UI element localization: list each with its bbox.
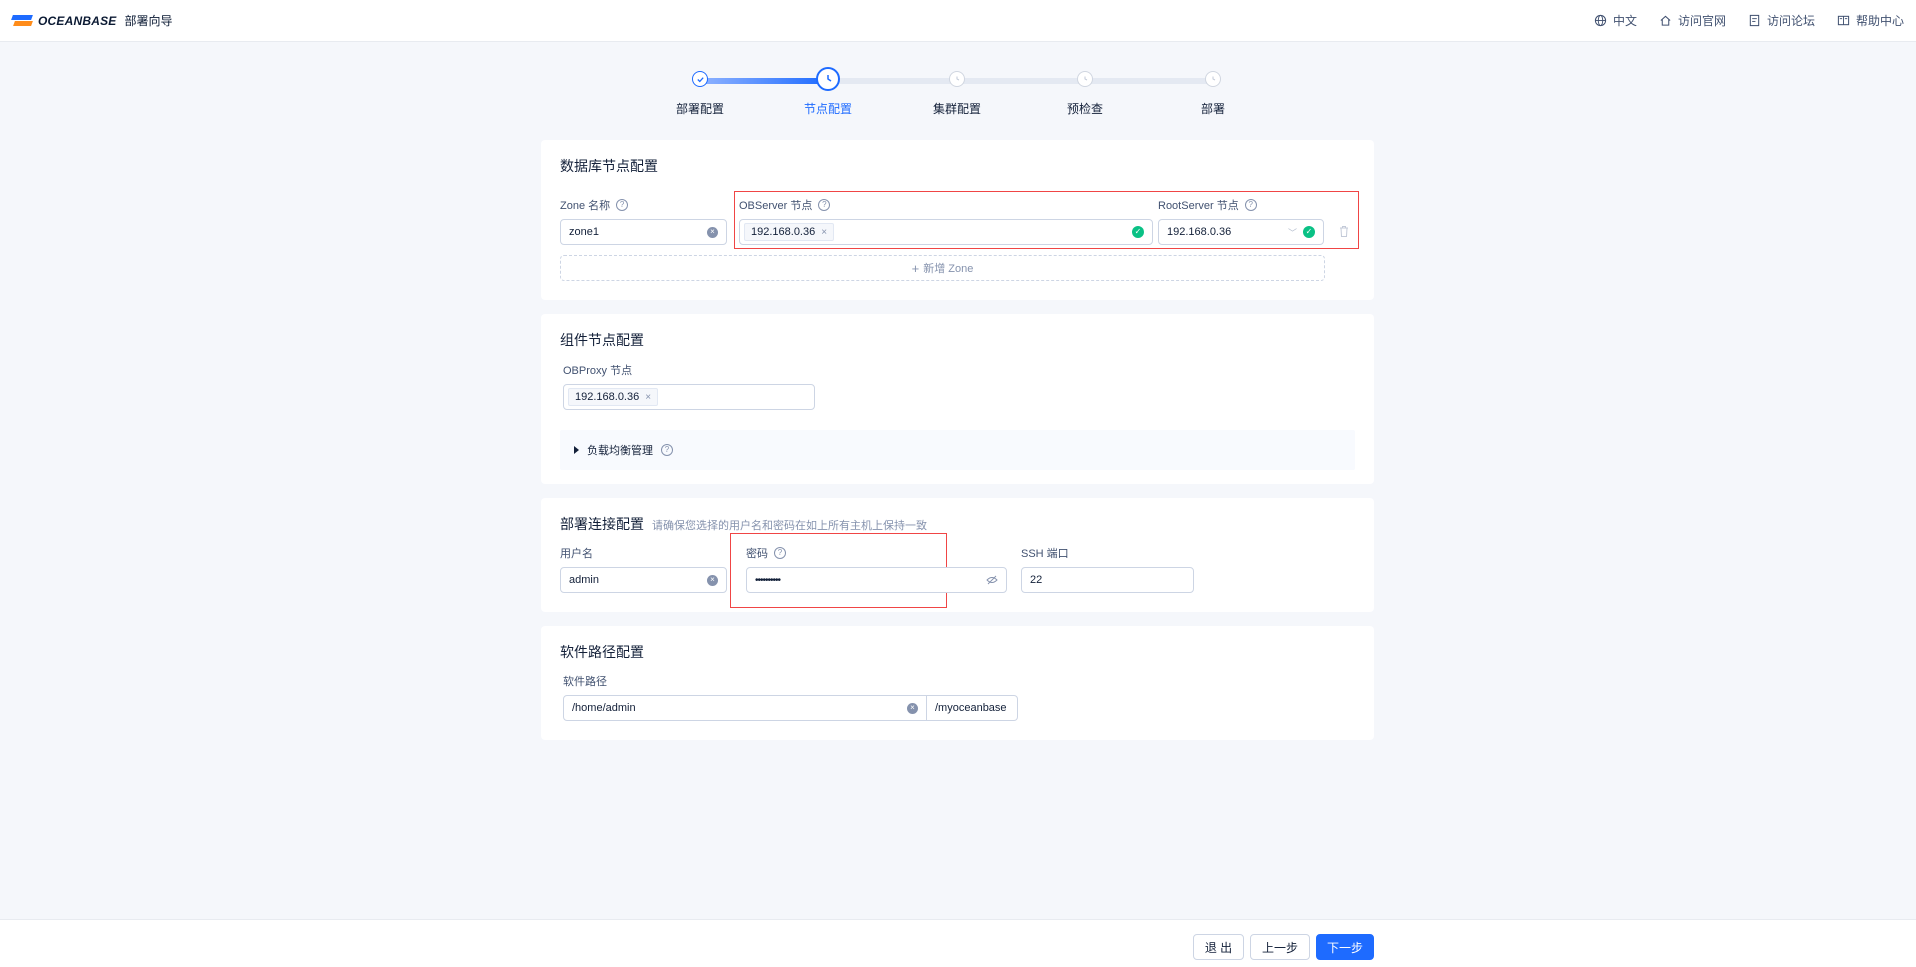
brand-name: OCEANBASE xyxy=(38,13,117,28)
nav-forum[interactable]: 访问论坛 xyxy=(1748,12,1815,29)
globe-icon xyxy=(1594,14,1607,27)
step-2-label: 节点配置 xyxy=(803,102,853,116)
help-icon[interactable]: ? xyxy=(774,547,786,559)
rootserver-nodes-label: RootServer 节点 ? xyxy=(1158,197,1257,213)
observer-nodes-select[interactable]: 192.168.0.36 × ✓ xyxy=(739,219,1153,245)
tag-remove-icon[interactable]: × xyxy=(821,227,827,238)
zone-name-label: Zone 名称 ? xyxy=(560,197,629,213)
pending-clock-icon xyxy=(1084,76,1088,81)
username-input[interactable]: admin × xyxy=(560,567,727,593)
home-icon xyxy=(1660,15,1671,26)
step-3-label: 集群配置 xyxy=(932,102,982,116)
software-path-config-card: 软件路径配置 软件路径 /home/admin × /myoceanbase xyxy=(541,626,1374,740)
book-icon xyxy=(1837,15,1850,26)
delete-icon[interactable] xyxy=(1338,225,1350,238)
help-icon[interactable]: ? xyxy=(1244,199,1257,211)
nav-help-center[interactable]: 帮助中心 xyxy=(1837,12,1904,29)
step-4-label: 预检查 xyxy=(1066,102,1104,116)
obproxy-node-tag: 192.168.0.36 × xyxy=(568,388,659,406)
db-node-config-card: 数据库节点配置 Zone 名称 ? zone1 × OBServer 节点 ? … xyxy=(541,140,1374,300)
software-path-input[interactable]: /home/admin × xyxy=(563,695,927,721)
step-1-dot xyxy=(692,71,708,87)
step-5-dot xyxy=(1205,71,1221,87)
pending-clock-icon xyxy=(1212,76,1216,81)
clock-icon xyxy=(827,75,832,82)
step-5-label: 部署 xyxy=(1200,102,1226,116)
footer-bar: 退 出 上一步 下一步 xyxy=(0,919,1916,967)
software-path-config-title: 软件路径配置 xyxy=(560,644,644,660)
step-4-dot xyxy=(1077,71,1093,87)
ssh-port-label: SSH 端口 xyxy=(1021,548,1069,560)
load-balance-label: 负载均衡管理 xyxy=(587,445,653,457)
nav-official-site-label: 访问官网 xyxy=(1677,14,1726,28)
next-step-button[interactable]: 下一步 xyxy=(1316,934,1374,960)
caret-right-icon xyxy=(574,446,579,454)
brand: OCEANBASE 部署向导 xyxy=(11,12,173,29)
top-header: OCEANBASE 部署向导 中文 访问官网 访问论坛 帮助中心 xyxy=(0,0,1916,42)
component-node-config-card: 组件节点配置 OBProxy 节点 192.168.0.36 × 负载均衡管理 … xyxy=(541,314,1374,484)
pending-clock-icon xyxy=(956,76,960,81)
nav-help-center-label: 帮助中心 xyxy=(1855,14,1904,28)
valid-check-icon: ✓ xyxy=(1303,226,1315,238)
obproxy-nodes-select[interactable]: 192.168.0.36 × xyxy=(563,384,815,410)
load-balance-collapse[interactable]: 负载均衡管理 ? xyxy=(560,430,1355,470)
clear-icon[interactable]: × xyxy=(707,226,718,238)
software-path-suffix: /myoceanbase xyxy=(927,695,1018,721)
ssh-port-input[interactable]: 22 xyxy=(1021,567,1194,593)
nav-official-site[interactable]: 访问官网 xyxy=(1659,12,1726,29)
step-3-dot xyxy=(949,71,965,87)
connection-config-title: 部署连接配置 请确保您选择的用户名和密码在如上所有主机上保持一致 xyxy=(560,516,927,532)
password-label: 密码 ? xyxy=(746,545,786,561)
brand-subtitle: 部署向导 xyxy=(124,14,173,28)
db-node-config-title: 数据库节点配置 xyxy=(560,158,658,174)
clear-icon[interactable]: × xyxy=(707,574,718,586)
tag-remove-icon[interactable]: × xyxy=(645,392,651,403)
chevron-down-icon: ﹀ xyxy=(1287,227,1297,238)
software-path-label: 软件路径 xyxy=(563,676,607,688)
connection-hint: 请确保您选择的用户名和密码在如上所有主机上保持一致 xyxy=(652,520,927,532)
step-1-label: 部署配置 xyxy=(675,102,725,116)
help-icon[interactable]: ? xyxy=(661,444,673,456)
add-zone-button[interactable]: + 新增 Zone xyxy=(560,255,1325,281)
forum-icon xyxy=(1749,14,1760,27)
check-icon xyxy=(696,76,704,82)
observer-node-tag: 192.168.0.36 × xyxy=(744,223,835,241)
connection-config-card: 部署连接配置 请确保您选择的用户名和密码在如上所有主机上保持一致 用户名 admi… xyxy=(541,498,1374,612)
obproxy-nodes-label: OBProxy 节点 xyxy=(563,365,633,377)
nav-language-label: 中文 xyxy=(1612,14,1637,28)
plus-icon: + xyxy=(911,260,920,276)
observer-nodes-label: OBServer 节点 ? xyxy=(739,197,831,213)
nav-language[interactable]: 中文 xyxy=(1594,12,1637,29)
valid-check-icon: ✓ xyxy=(1132,226,1144,238)
clear-icon[interactable]: × xyxy=(907,702,918,714)
help-icon[interactable]: ? xyxy=(818,199,831,211)
zone-name-input[interactable]: zone1 × xyxy=(560,219,727,245)
eye-invisible-icon[interactable] xyxy=(986,575,998,585)
nav-forum-label: 访问论坛 xyxy=(1766,14,1815,28)
header-nav: 中文 访问官网 访问论坛 帮助中心 xyxy=(1594,12,1904,29)
step-line-progress xyxy=(700,78,828,84)
oceanbase-logo-icon xyxy=(11,14,33,27)
component-node-config-title: 组件节点配置 xyxy=(560,332,644,348)
rootserver-nodes-select[interactable]: 192.168.0.36 ﹀ ✓ xyxy=(1158,219,1324,245)
help-icon[interactable]: ? xyxy=(616,199,629,211)
exit-button[interactable]: 退 出 xyxy=(1193,934,1244,960)
password-input[interactable]: •••••••••• xyxy=(746,567,1007,593)
username-label: 用户名 xyxy=(560,548,593,560)
previous-step-button[interactable]: 上一步 xyxy=(1250,934,1310,960)
step-2-dot xyxy=(816,67,840,91)
